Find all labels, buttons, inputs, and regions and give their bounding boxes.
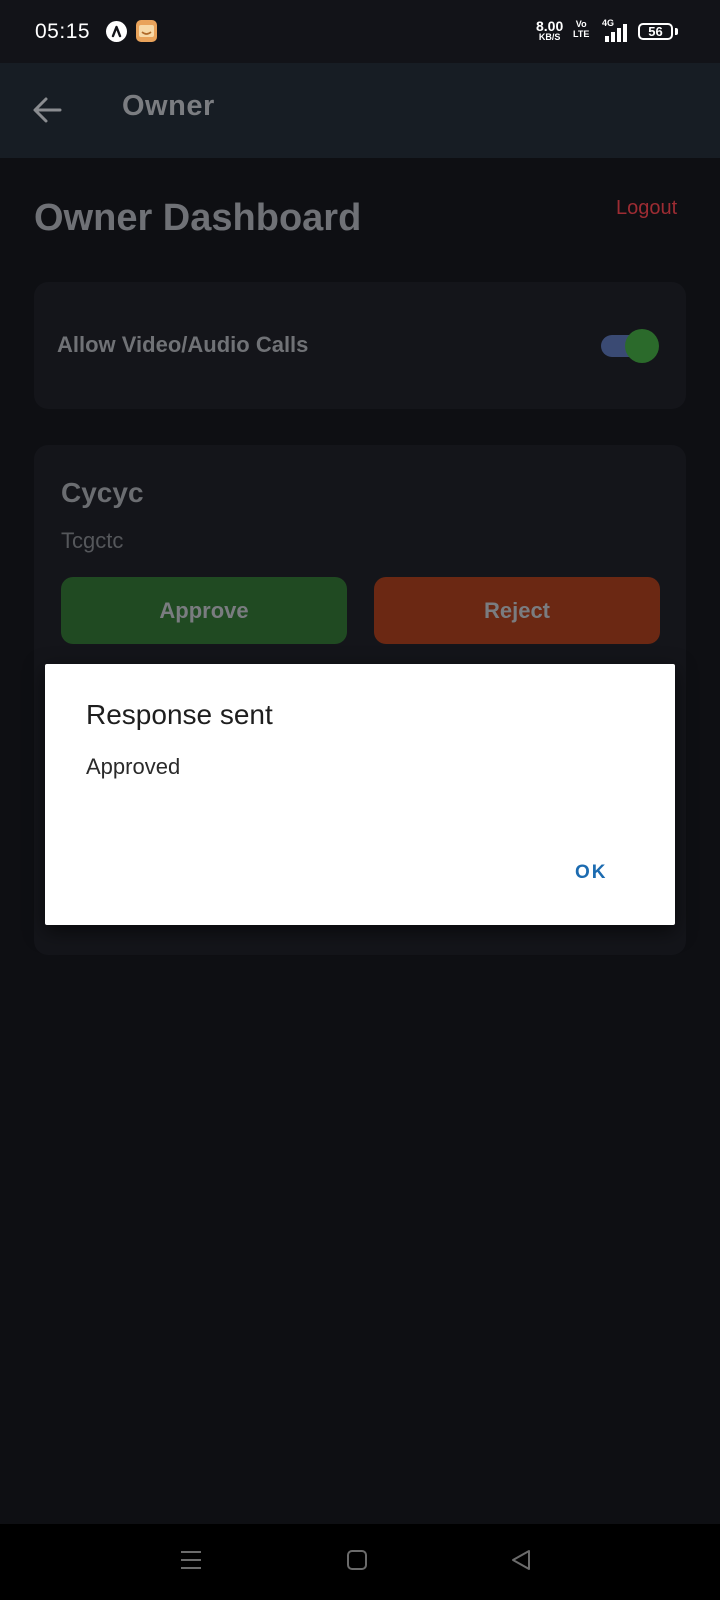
home-square-icon[interactable] bbox=[346, 1549, 368, 1571]
notification-inbox-icon bbox=[136, 20, 157, 42]
battery-icon: 56 bbox=[638, 23, 673, 40]
battery-level: 56 bbox=[648, 24, 663, 39]
network-speed-value: 8.00 bbox=[536, 18, 564, 34]
volte-bottom: LTE bbox=[573, 28, 590, 39]
dialog-title: Response sent bbox=[86, 699, 273, 730]
volte-indicator: Vo LTE bbox=[573, 19, 590, 40]
dialog-ok-button[interactable]: OK bbox=[575, 862, 608, 884]
battery-tip bbox=[675, 28, 678, 35]
dialog-message: Approved bbox=[86, 754, 181, 779]
response-dialog: Response sent Approved OK bbox=[45, 664, 675, 925]
status-bar: 05:15 8.00 KB/S Vo LTE 4G 56 bbox=[0, 0, 720, 63]
network-speed-unit: KB/S bbox=[538, 32, 561, 42]
signal-strength-icon bbox=[605, 24, 627, 42]
back-triangle-icon[interactable] bbox=[509, 1548, 533, 1572]
network-speed: 8.00 KB/S bbox=[536, 19, 563, 42]
system-nav-bar bbox=[0, 1524, 720, 1600]
menu-icon[interactable] bbox=[179, 1548, 203, 1572]
status-time: 05:15 bbox=[35, 20, 91, 43]
notification-app-icon bbox=[106, 21, 127, 42]
